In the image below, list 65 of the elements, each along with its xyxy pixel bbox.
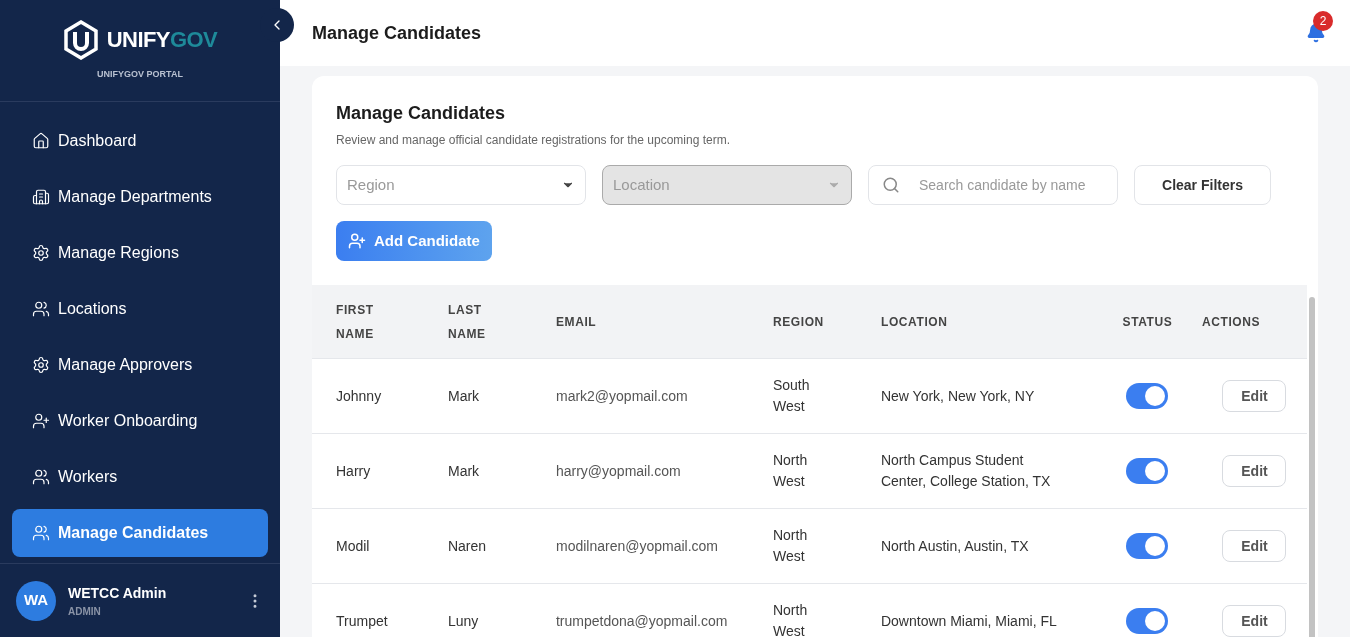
column-header: EMAIL bbox=[555, 314, 597, 331]
edit-button[interactable]: Edit bbox=[1222, 530, 1287, 562]
nav-item[interactable]: Manage Approvers bbox=[12, 341, 268, 389]
table-cell: Harry bbox=[336, 462, 371, 479]
brand-subtitle: UNIFYGOV PORTAL bbox=[97, 67, 183, 81]
table-cell: Luny bbox=[447, 612, 479, 629]
nav-item[interactable]: Dashboard bbox=[12, 117, 268, 165]
table-cell-text: Downtown Miami, Miami, FL bbox=[880, 611, 1058, 631]
column-header: FIRST NAME bbox=[336, 301, 375, 343]
table-cell: Modil bbox=[336, 537, 370, 554]
column-header: REGION bbox=[772, 314, 824, 331]
status-toggle[interactable] bbox=[1126, 383, 1169, 409]
table-cell-text: North West bbox=[772, 526, 809, 566]
nav-item[interactable]: Locations bbox=[12, 285, 268, 333]
user-plus-icon bbox=[32, 412, 50, 430]
status-toggle[interactable] bbox=[1126, 608, 1169, 634]
notification-badge: 2 bbox=[1313, 11, 1333, 31]
table-cell-text: North Campus Student Center, College Station, TX bbox=[880, 451, 1052, 491]
building-icon bbox=[32, 188, 50, 206]
search-field[interactable]: Search candidate by name bbox=[868, 165, 1118, 205]
nav-item[interactable]: Manage Regions bbox=[12, 229, 268, 277]
users-icon bbox=[32, 468, 50, 486]
table-cell-text: North West bbox=[772, 601, 809, 637]
card-title: Manage Candidates bbox=[336, 102, 507, 125]
edit-button[interactable]: Edit bbox=[1222, 380, 1287, 412]
table-cell: Mark bbox=[447, 387, 480, 404]
settings-icon bbox=[32, 356, 50, 374]
column-header: LOCATION bbox=[880, 314, 948, 331]
user-role: ADMIN bbox=[68, 604, 102, 619]
table-cell-text: North West bbox=[772, 451, 809, 491]
table-cell: Trumpet bbox=[336, 612, 388, 629]
user-name: WETCC Admin bbox=[68, 583, 168, 603]
settings-icon bbox=[32, 244, 50, 262]
table-cell: harry@yopmail.com bbox=[555, 462, 681, 479]
edit-button[interactable]: Edit bbox=[1222, 455, 1287, 487]
table-cell: trumpetdona@yopmail.com bbox=[555, 612, 728, 629]
user-plus-icon bbox=[348, 232, 366, 250]
avatar: WA bbox=[16, 580, 56, 621]
column-header: LAST NAME bbox=[447, 301, 487, 343]
brand-name: UNIFYGOV bbox=[106, 26, 218, 55]
table-cell-text: New York, New York, NY bbox=[880, 386, 1036, 406]
home-icon bbox=[32, 132, 50, 150]
edit-button[interactable]: Edit bbox=[1222, 605, 1287, 637]
column-header: ACTIONS bbox=[1201, 314, 1261, 331]
table-cell-text: South West bbox=[772, 376, 811, 416]
nav-item[interactable]: Worker Onboarding bbox=[12, 397, 268, 445]
nav-item[interactable]: Manage Candidates bbox=[12, 509, 268, 557]
page-title: Manage Candidates bbox=[312, 21, 482, 45]
nav-item[interactable]: Manage Departments bbox=[12, 173, 268, 221]
search-icon bbox=[882, 176, 900, 194]
table-cell-text: North Austin, Austin, TX bbox=[880, 536, 1030, 556]
users-icon bbox=[32, 524, 50, 542]
clear-filters-button[interactable]: Clear Filters bbox=[1134, 165, 1271, 205]
table-cell: Mark bbox=[447, 462, 480, 479]
table-cell: Johnny bbox=[336, 387, 382, 404]
table-cell: mark2@yopmail.com bbox=[555, 387, 688, 404]
table-cell: Naren bbox=[447, 537, 487, 554]
status-toggle[interactable] bbox=[1126, 533, 1169, 559]
table-cell: modilnaren@yopmail.com bbox=[555, 537, 719, 554]
nav-item[interactable]: Workers bbox=[12, 453, 268, 501]
status-toggle[interactable] bbox=[1126, 458, 1169, 484]
column-header: STATUS bbox=[1122, 314, 1173, 331]
logo-icon bbox=[62, 19, 99, 60]
users-icon bbox=[32, 300, 50, 318]
card-subtitle: Review and manage official candidate registrations for the upcoming term. bbox=[336, 132, 731, 149]
